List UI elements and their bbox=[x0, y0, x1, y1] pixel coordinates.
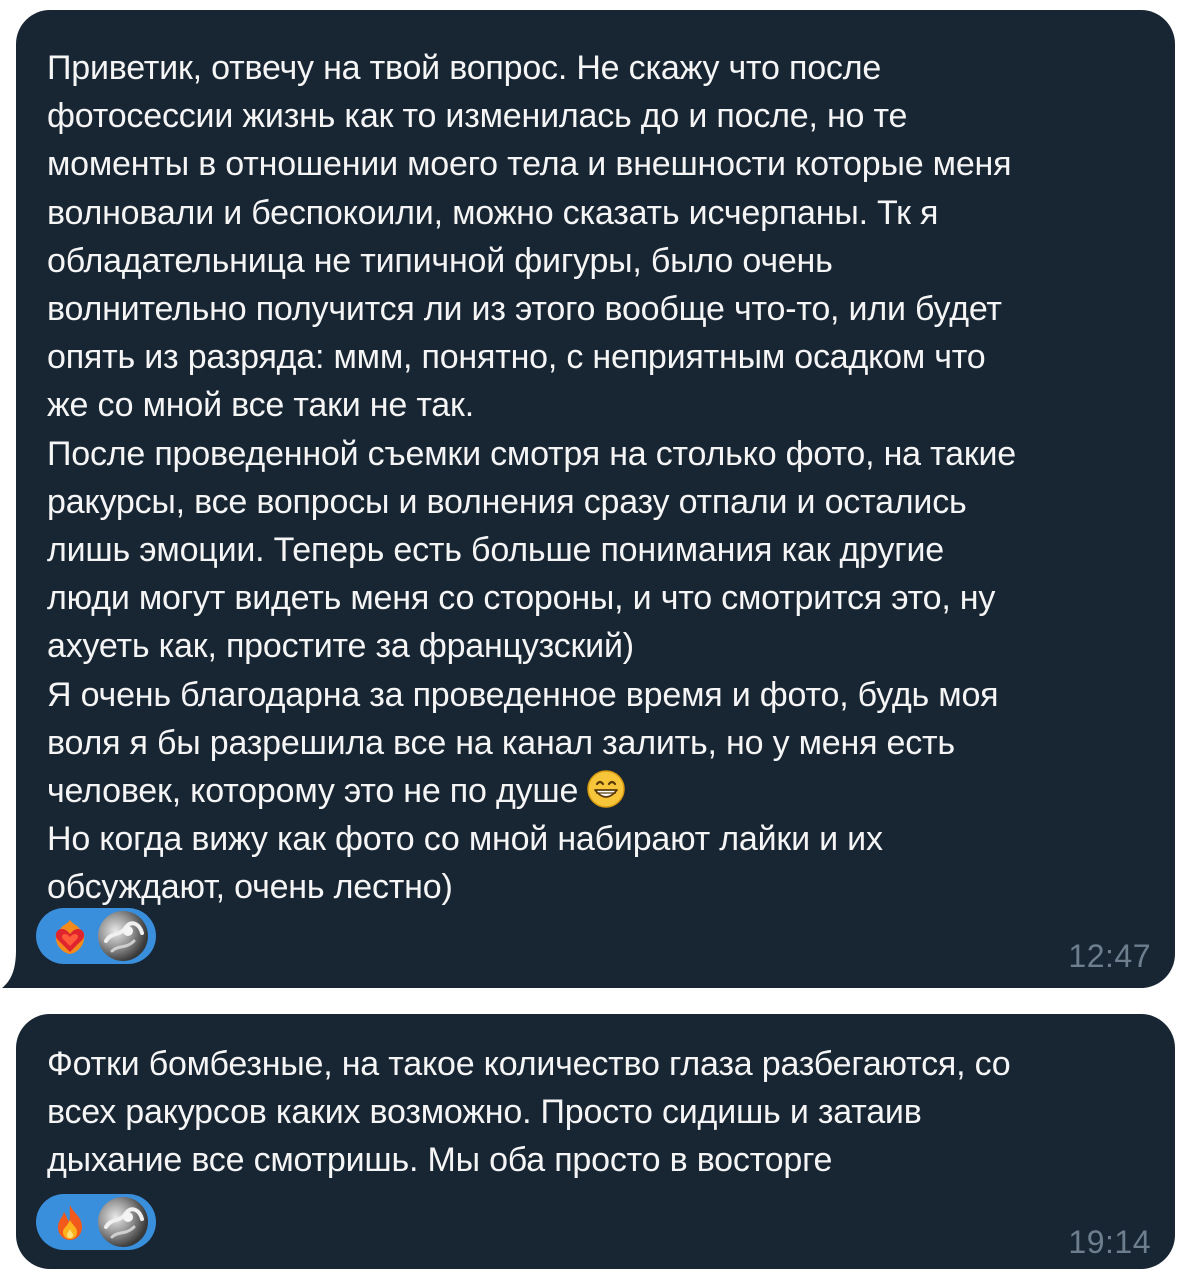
message-paragraph: Но когда вижу как фото со мной набирают … bbox=[47, 820, 883, 907]
message-bubble[interactable]: Приветик, отвечу на твой вопрос. Не скаж… bbox=[16, 10, 1175, 988]
avatar-image bbox=[104, 1207, 144, 1239]
message-text: Фотки бомбезные, на такое количество гла… bbox=[47, 1045, 1011, 1180]
message-time: 19:14 bbox=[1068, 1224, 1151, 1260]
avatar bbox=[98, 1197, 148, 1247]
avatar-image bbox=[104, 921, 144, 953]
reaction-chip[interactable] bbox=[36, 1194, 156, 1250]
reaction-chip[interactable] bbox=[36, 908, 156, 964]
message-time: 12:47 bbox=[1068, 938, 1151, 974]
avatar bbox=[98, 911, 148, 961]
fire-icon bbox=[58, 1205, 82, 1240]
heart-on-fire-icon bbox=[55, 920, 85, 954]
message-bubble[interactable]: Фотки бомбезные, на такое количество гла… bbox=[16, 1014, 1175, 1269]
message-paragraph: Приветик, отвечу на твой вопрос. Не скаж… bbox=[47, 49, 1016, 811]
grinning-face-icon bbox=[587, 770, 625, 808]
message-text: Приветик, отвечу на твой вопрос. Не скаж… bbox=[47, 44, 1153, 912]
